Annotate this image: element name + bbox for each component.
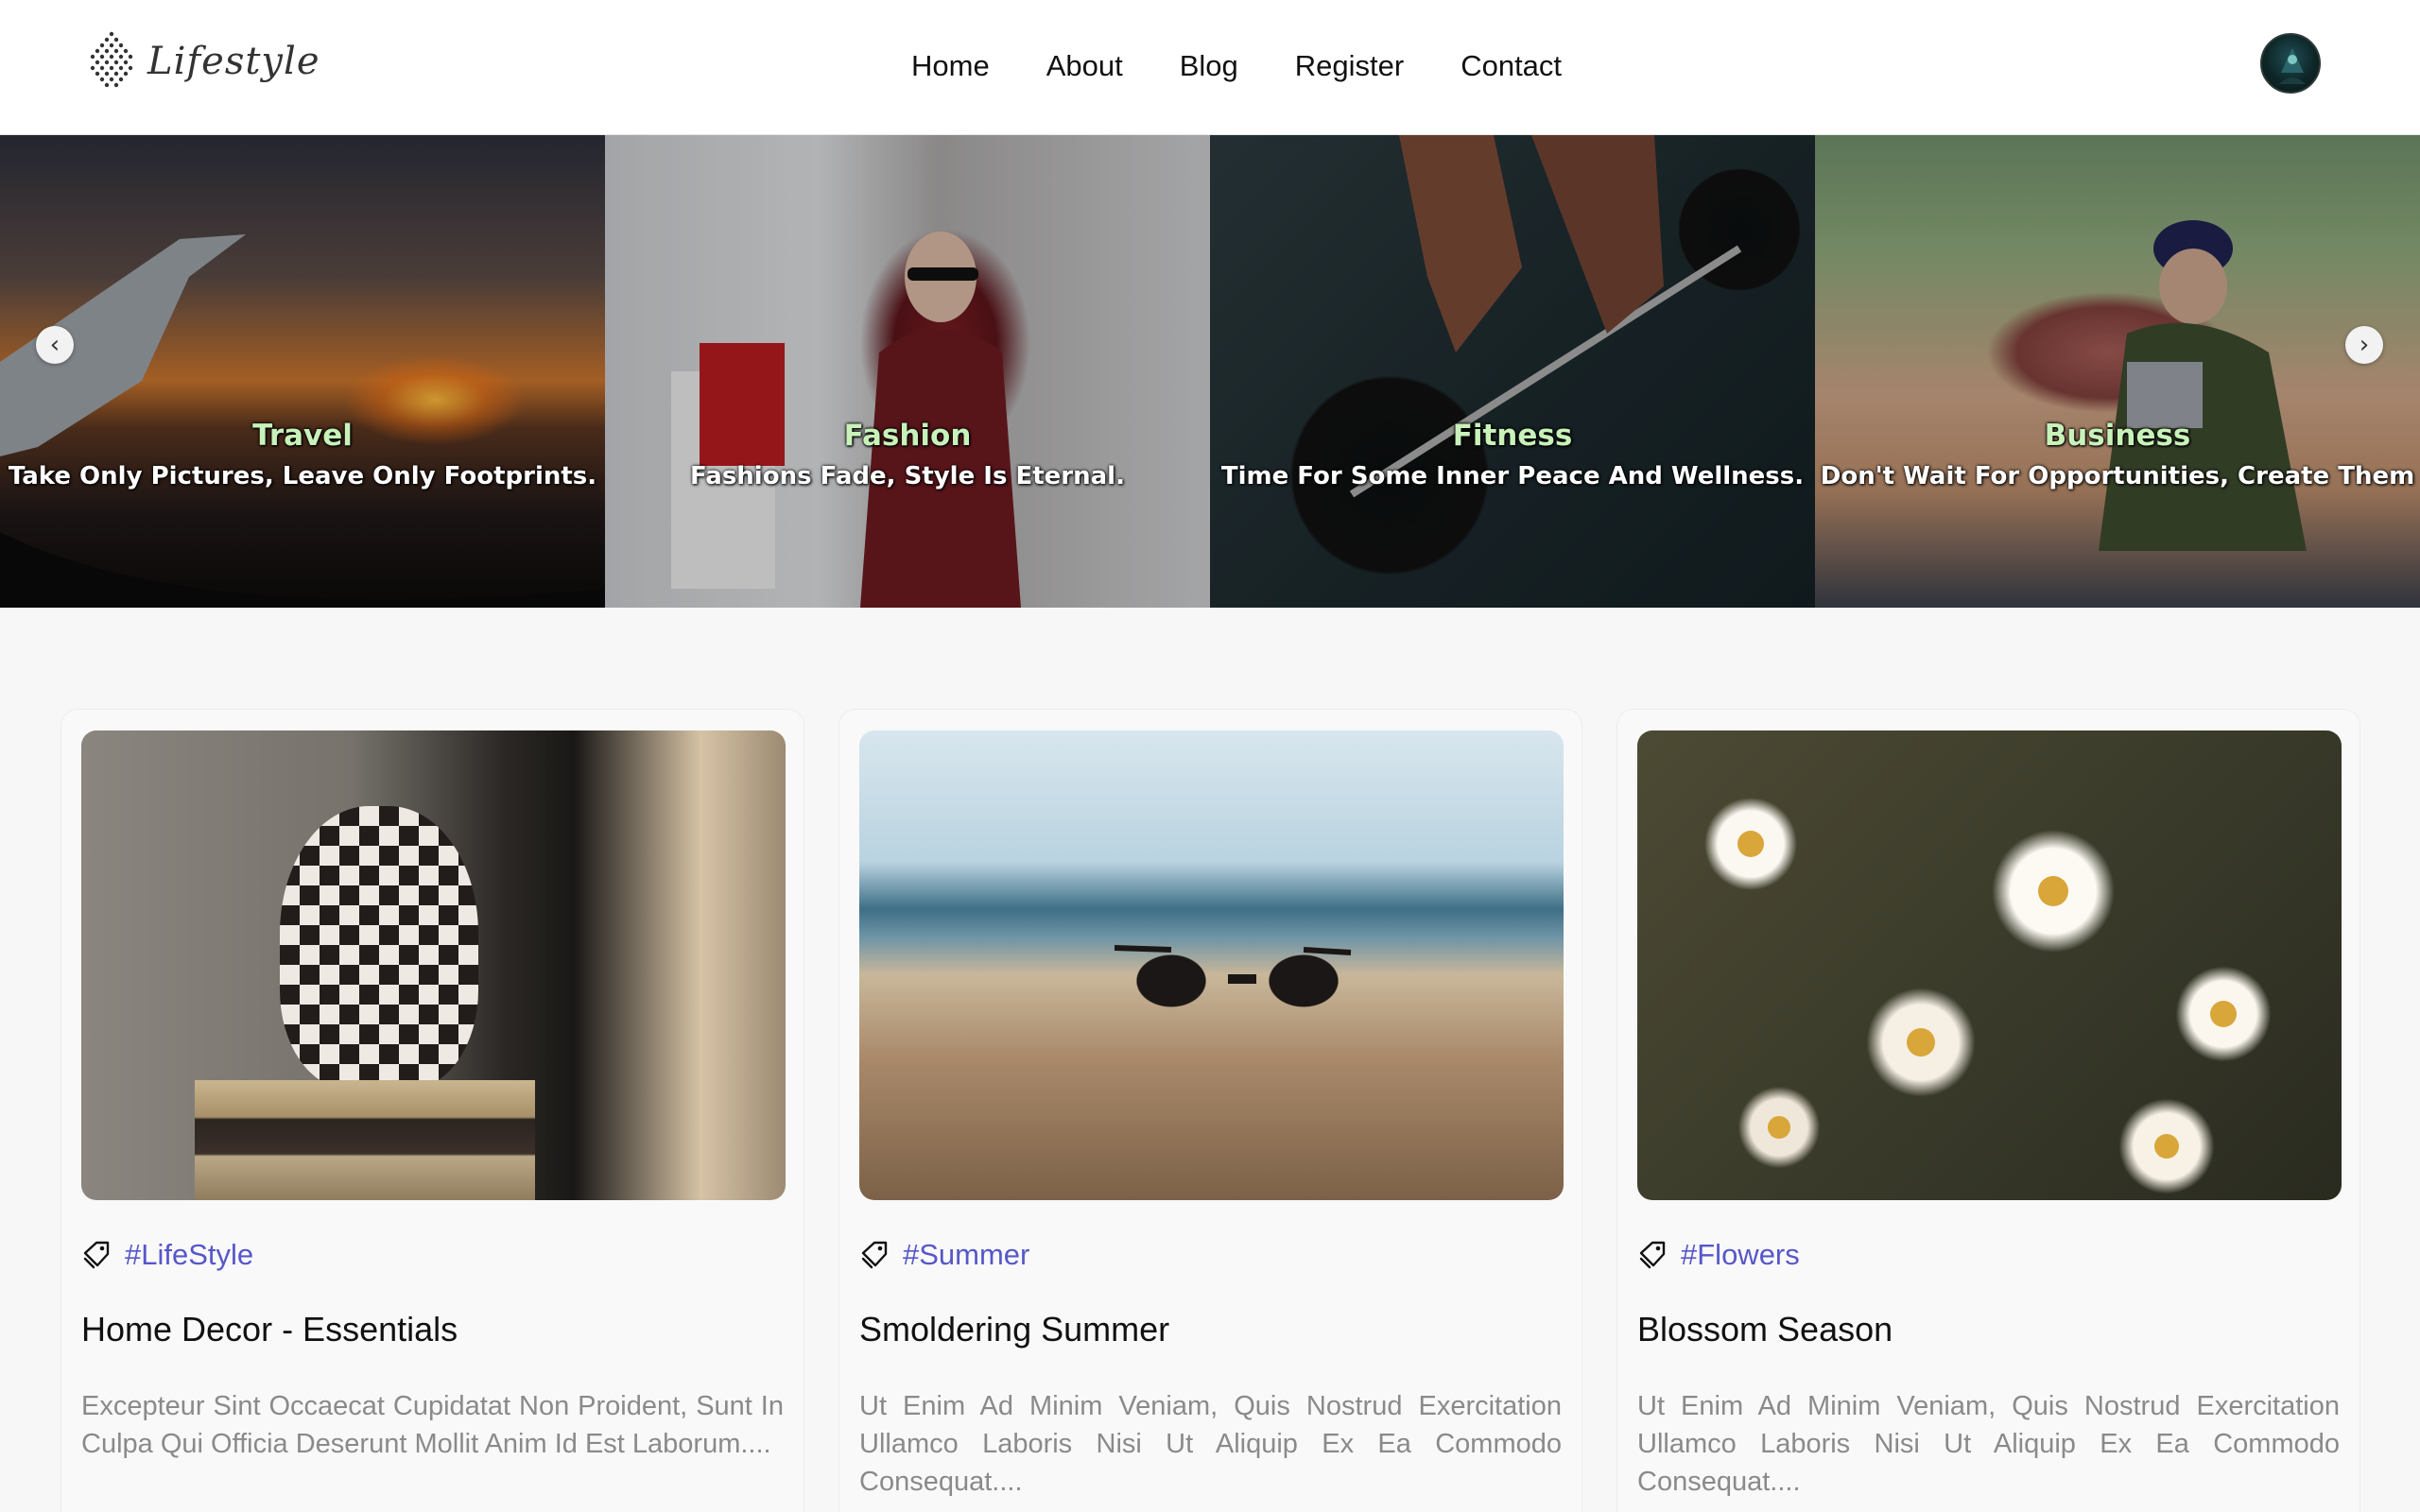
avatar[interactable] <box>2260 33 2321 94</box>
slide-travel[interactable]: Travel Take Only Pictures, Leave Only Fo… <box>0 135 605 608</box>
slide-caption: Fitness Time For Some Inner Peace And We… <box>1210 419 1815 490</box>
slide-title: Business <box>2044 419 2191 453</box>
carousel-next-button[interactable]: › <box>2345 326 2383 364</box>
diamond-dots-logo-icon <box>90 31 133 88</box>
post-title[interactable]: Smoldering Summer <box>859 1310 1562 1349</box>
post-tag[interactable]: #Summer <box>859 1238 1562 1272</box>
slide-overlay <box>0 135 605 608</box>
site-header: Lifestyle Home About Blog Register Conta… <box>0 0 2420 135</box>
flower-centers-graphic <box>1737 831 2237 1159</box>
tag-label[interactable]: #LifeStyle <box>125 1238 253 1272</box>
chevron-left-icon: ‹ <box>49 331 60 359</box>
slide-subtitle: Take Only Pictures, Leave Only Footprint… <box>8 462 597 490</box>
post-excerpt: Ut Enim Ad Minim Veniam, Quis Nostrud Ex… <box>1637 1391 2340 1497</box>
main-nav: Home About Blog Register Contact <box>911 49 1562 83</box>
post-title[interactable]: Home Decor - Essentials <box>81 1310 784 1349</box>
post-title[interactable]: Blossom Season <box>1637 1310 2340 1349</box>
post-card[interactable]: #LifeStyle Home Decor - Essentials Excep… <box>60 709 804 1512</box>
tag-icon <box>1639 1241 1666 1269</box>
nav-blog[interactable]: Blog <box>1180 49 1238 83</box>
tag-icon <box>83 1241 110 1269</box>
site-logo[interactable]: Lifestyle <box>83 28 320 94</box>
logo-text: Lifestyle <box>147 40 320 83</box>
post-excerpt: Ut Enim Ad Minim Veniam, Quis Nostrud Ex… <box>859 1391 1562 1497</box>
carousel-prev-button[interactable]: ‹ <box>36 326 74 364</box>
post-card[interactable]: #Flowers Blossom Season Ut Enim Ad Minim… <box>1616 709 2360 1512</box>
tag-label[interactable]: #Summer <box>903 1238 1029 1272</box>
slide-subtitle: Fashions Fade, Style Is Eternal. <box>690 462 1125 490</box>
nav-home[interactable]: Home <box>911 49 990 83</box>
slide-caption: Travel Take Only Pictures, Leave Only Fo… <box>0 419 605 490</box>
hero-carousel: Travel Take Only Pictures, Leave Only Fo… <box>0 135 2420 608</box>
slide-title: Travel <box>252 419 353 453</box>
books-graphic <box>195 1080 535 1200</box>
post-cards: #LifeStyle Home Decor - Essentials Excep… <box>60 709 2360 1512</box>
post-excerpt: Excepteur Sint Occaecat Cupidatat Non Pr… <box>81 1391 784 1459</box>
tag-label[interactable]: #Flowers <box>1681 1238 1800 1272</box>
vase-graphic <box>280 806 478 1090</box>
post-image-home-decor[interactable] <box>81 730 786 1200</box>
nav-contact[interactable]: Contact <box>1461 49 1562 83</box>
nav-register[interactable]: Register <box>1295 49 1404 83</box>
sunglasses-graphic <box>1114 945 1352 984</box>
avatar-figure-icon <box>2279 48 2306 84</box>
slide-caption: Business Don't Wait For Opportunities, C… <box>1815 419 2420 490</box>
post-image-summer[interactable] <box>859 730 1564 1200</box>
slide-fitness[interactable]: Fitness Time For Some Inner Peace And We… <box>1210 135 1815 608</box>
post-tag[interactable]: #Flowers <box>1637 1238 2340 1272</box>
slide-caption: Fashion Fashions Fade, Style Is Eternal. <box>605 419 1210 490</box>
slide-title: Fitness <box>1452 419 1573 453</box>
slide-overlay <box>1815 135 2420 608</box>
post-card[interactable]: #Summer Smoldering Summer Ut Enim Ad Min… <box>838 709 1582 1512</box>
slide-overlay <box>1210 135 1815 608</box>
slide-business[interactable]: Business Don't Wait For Opportunities, C… <box>1815 135 2420 608</box>
chevron-right-icon: › <box>2359 331 2370 359</box>
slide-subtitle: Don't Wait For Opportunities, Create The… <box>1820 462 2415 490</box>
slide-subtitle: Time For Some Inner Peace And Wellness. <box>1220 462 1805 490</box>
nav-about[interactable]: About <box>1046 49 1123 83</box>
post-image-flowers[interactable] <box>1637 730 2342 1200</box>
tag-icon <box>861 1241 888 1269</box>
slide-title: Fashion <box>843 419 972 453</box>
post-tag[interactable]: #LifeStyle <box>81 1238 784 1272</box>
slide-overlay <box>605 135 1210 608</box>
slide-fashion[interactable]: Fashion Fashions Fade, Style Is Eternal. <box>605 135 1210 608</box>
